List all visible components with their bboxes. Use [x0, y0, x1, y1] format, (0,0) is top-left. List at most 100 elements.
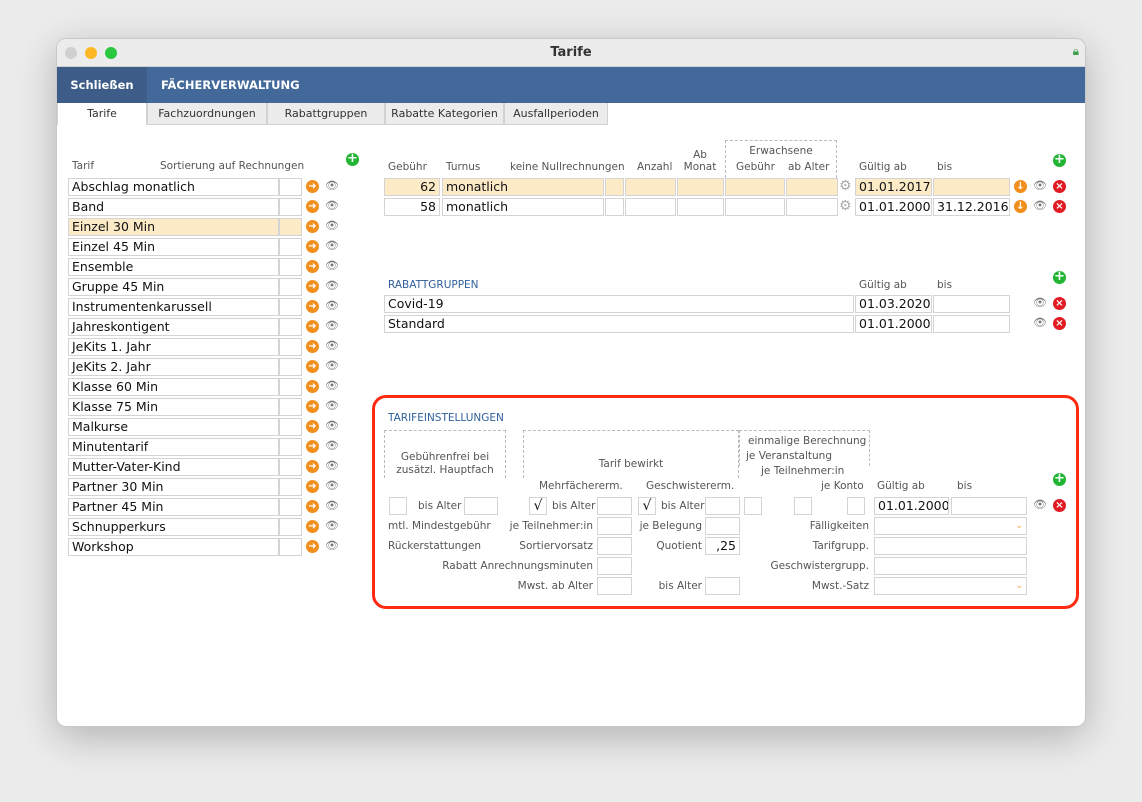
tarif-name-field[interactable]: Partner 30 Min [68, 478, 279, 496]
tarif-sort-field[interactable] [279, 418, 302, 436]
je-teilnehmer-checkbox[interactable] [794, 497, 812, 515]
tarif-name-field[interactable]: Klasse 75 Min [68, 398, 279, 416]
eye-icon[interactable]: 👁︎ [325, 199, 339, 212]
gebuehrenfrei-bis-alter-input[interactable] [464, 497, 498, 515]
fee-bis-field[interactable] [933, 178, 1010, 196]
tarif-sort-field[interactable] [279, 398, 302, 416]
tarif-sort-field[interactable] [279, 378, 302, 396]
fee-ab-monat-field[interactable] [677, 198, 724, 216]
fee-erw-gebuehr-field[interactable] [725, 178, 785, 196]
bis-input[interactable] [951, 497, 1027, 515]
fee-ab-alter-field[interactable] [786, 178, 838, 196]
tarif-name-field[interactable]: Schnupperkurs [68, 518, 279, 536]
delete-icon[interactable]: × [1053, 200, 1066, 213]
arrow-right-icon[interactable]: ➜ [306, 280, 319, 293]
eye-icon[interactable]: 👁︎ [325, 479, 339, 492]
arrow-right-icon[interactable]: ➜ [306, 400, 319, 413]
tarif-sort-field[interactable] [279, 238, 302, 256]
eye-icon[interactable]: 👁︎ [1033, 498, 1047, 511]
arrow-right-icon[interactable]: ➜ [306, 460, 319, 473]
mehrfach-checkbox[interactable]: √ [529, 497, 547, 515]
fee-turnus-field[interactable]: monatlich [442, 178, 604, 196]
tab-fachzuordnungen[interactable]: Fachzuordnungen [147, 103, 267, 125]
fee-gebuehr-field[interactable]: 62 [384, 178, 440, 196]
tab-ausfallperioden[interactable]: Ausfallperioden [504, 103, 608, 125]
eye-icon[interactable]: 👁︎ [1033, 296, 1047, 309]
tarif-name-field[interactable]: Workshop [68, 538, 279, 556]
add-rabattgruppe-icon[interactable]: + [1053, 270, 1066, 284]
arrow-right-icon[interactable]: ➜ [306, 520, 319, 533]
add-tarif-icon[interactable]: + [346, 152, 359, 166]
tarif-sort-field[interactable] [279, 498, 302, 516]
arrow-right-icon[interactable]: ➜ [306, 500, 319, 513]
delete-icon[interactable]: × [1053, 180, 1066, 193]
fee-anzahl-field[interactable] [625, 178, 676, 196]
eye-icon[interactable]: 👁︎ [1033, 179, 1047, 192]
tarif-sort-field[interactable] [279, 478, 302, 496]
arrow-right-icon[interactable]: ➜ [306, 200, 319, 213]
tab-rabattgruppen[interactable]: Rabattgruppen [267, 103, 385, 125]
arrow-right-icon[interactable]: ➜ [306, 440, 319, 453]
je-konto-checkbox[interactable] [847, 497, 865, 515]
eye-icon[interactable]: 👁︎ [325, 439, 339, 452]
close-button[interactable]: Schließen [57, 67, 147, 103]
gear-icon[interactable]: ⚙ [839, 199, 852, 213]
eye-icon[interactable]: 👁︎ [325, 239, 339, 252]
faelligkeiten-select[interactable]: ⌄ [874, 517, 1027, 535]
eye-icon[interactable]: 👁︎ [325, 219, 339, 232]
tab-tarife[interactable]: Tarife [57, 103, 147, 125]
tarif-name-field[interactable]: Einzel 45 Min [68, 238, 279, 256]
tarif-name-field[interactable]: JeKits 2. Jahr [68, 358, 279, 376]
tarif-name-field[interactable]: Klasse 60 Min [68, 378, 279, 396]
tarif-name-field[interactable]: Ensemble [68, 258, 279, 276]
arrow-right-icon[interactable]: ➜ [306, 260, 319, 273]
gueltig-ab-input[interactable]: 01.01.2000 [874, 497, 949, 515]
geschwister-checkbox[interactable]: √ [638, 497, 656, 515]
fee-bis-field[interactable]: 31.12.2016 [933, 198, 1010, 216]
mwst-satz-select[interactable]: ⌄ [874, 577, 1027, 595]
eye-icon[interactable]: 👁︎ [1033, 199, 1047, 212]
tarif-sort-field[interactable] [279, 338, 302, 356]
tarif-name-field[interactable]: Einzel 30 Min [68, 218, 279, 236]
tarif-name-field[interactable]: Abschlag monatlich [68, 178, 279, 196]
delete-icon[interactable]: × [1053, 297, 1066, 310]
eye-icon[interactable]: 👁︎ [325, 339, 339, 352]
delete-icon[interactable]: × [1053, 499, 1066, 512]
arrow-right-icon[interactable]: ➜ [306, 420, 319, 433]
rabattgruppe-bis-field[interactable] [933, 315, 1010, 333]
eye-icon[interactable]: 👁︎ [325, 459, 339, 472]
tarif-name-field[interactable]: Instrumentenkarussell [68, 298, 279, 316]
tarif-sort-field[interactable] [279, 178, 302, 196]
eye-icon[interactable]: 👁︎ [325, 399, 339, 412]
eye-icon[interactable]: 👁︎ [325, 319, 339, 332]
geschwistergrupp-input[interactable] [874, 557, 1027, 575]
eye-icon[interactable]: 👁︎ [325, 279, 339, 292]
fee-anzahl-field[interactable] [625, 198, 676, 216]
add-fee-icon[interactable]: + [1053, 153, 1066, 167]
mehrfach-bis-alter-input[interactable] [597, 497, 632, 515]
eye-icon[interactable]: 👁︎ [325, 359, 339, 372]
geschwister-bis-alter-input[interactable] [705, 497, 740, 515]
rabattgruppe-name-field[interactable]: Standard [384, 315, 854, 333]
tarif-sort-field[interactable] [279, 258, 302, 276]
eye-icon[interactable]: 👁︎ [325, 499, 339, 512]
fee-keine-null-checkbox[interactable] [605, 198, 624, 216]
arrow-right-icon[interactable]: ➜ [306, 380, 319, 393]
rabattgruppe-gueltig-field[interactable]: 01.01.2000 [855, 315, 932, 333]
eye-icon[interactable]: 👁︎ [325, 419, 339, 432]
tarif-name-field[interactable]: Partner 45 Min [68, 498, 279, 516]
arrow-right-icon[interactable]: ➜ [306, 300, 319, 313]
fee-gueltig-ab-field[interactable]: 01.01.2000 [855, 198, 932, 216]
tarif-sort-field[interactable] [279, 358, 302, 376]
tarifgrupp-input[interactable] [874, 537, 1027, 555]
gear-icon[interactable]: ⚙ [839, 179, 852, 193]
arrow-right-icon[interactable]: ➜ [306, 340, 319, 353]
tarif-sort-field[interactable] [279, 518, 302, 536]
fee-turnus-field[interactable]: monatlich [442, 198, 604, 216]
fee-gueltig-ab-field[interactable]: 01.01.2017 [855, 178, 932, 196]
fee-ab-monat-field[interactable] [677, 178, 724, 196]
eye-icon[interactable]: 👁︎ [325, 299, 339, 312]
rabattgruppe-bis-field[interactable] [933, 295, 1010, 313]
arrow-right-icon[interactable]: ➜ [306, 240, 319, 253]
tarif-name-field[interactable]: Mutter-Vater-Kind [68, 458, 279, 476]
